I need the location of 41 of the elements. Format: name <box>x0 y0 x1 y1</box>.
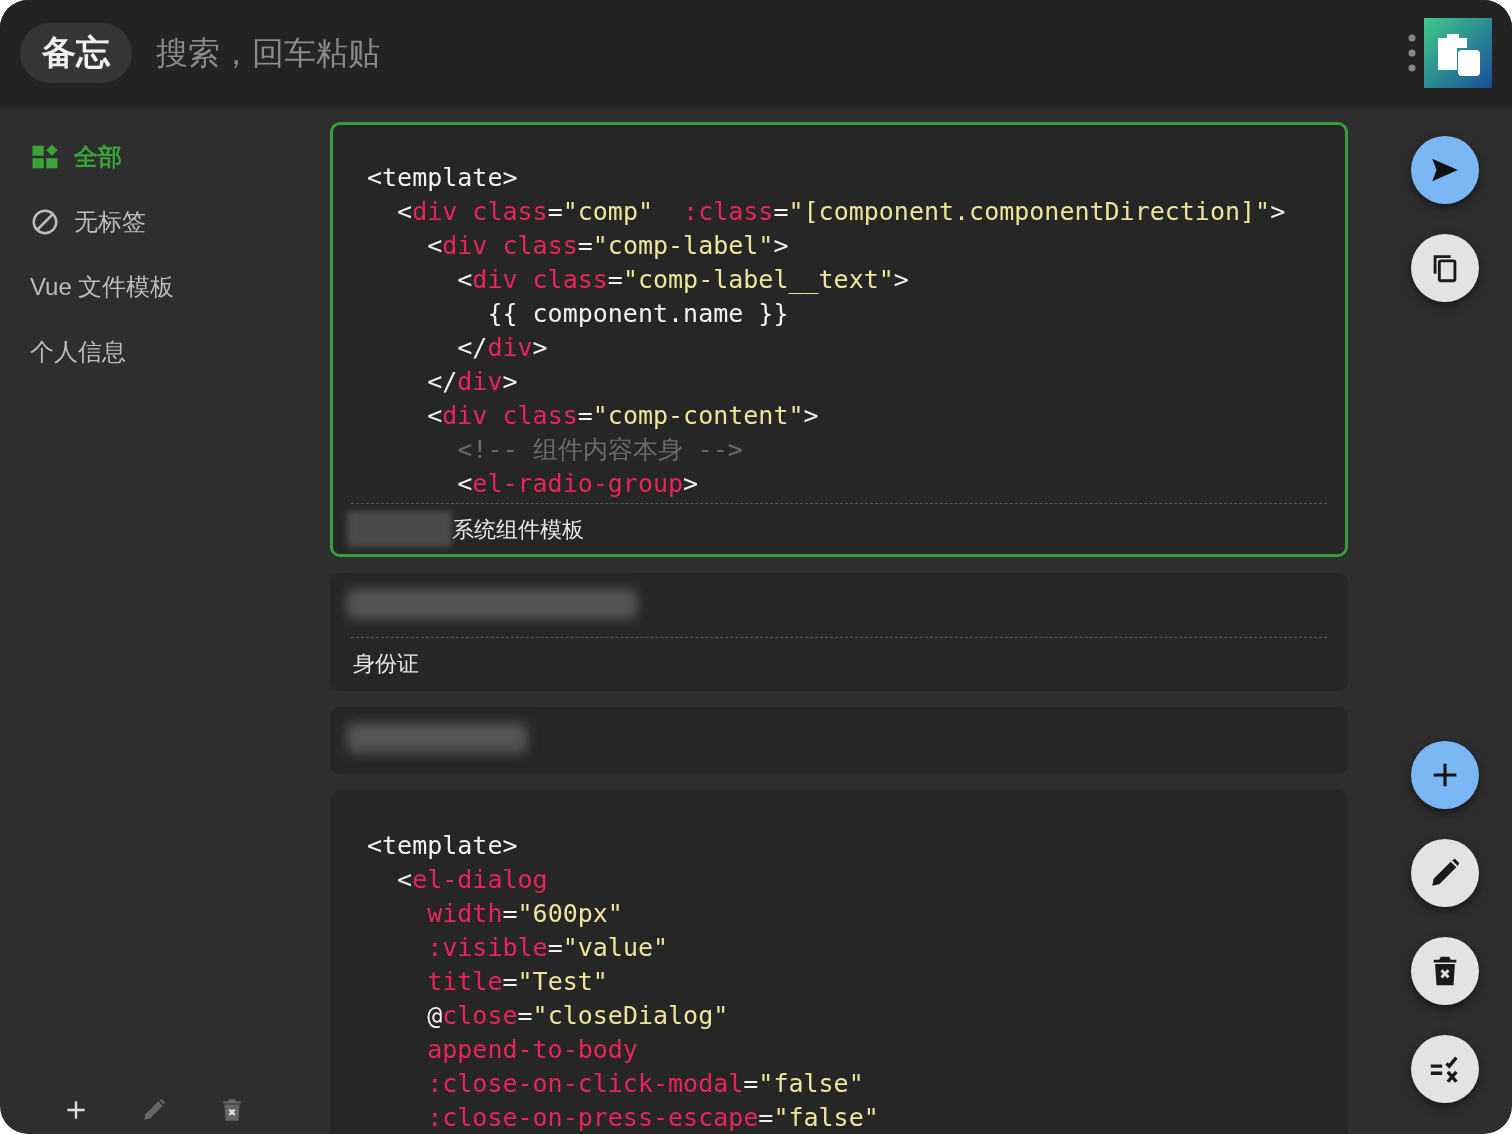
code-line: </div> <box>456 332 548 364</box>
tag-label: 系统组件模板 <box>452 515 584 544</box>
tag-label: 身份证 <box>352 649 419 678</box>
sidebar-item[interactable]: Vue 文件模板 <box>30 269 330 305</box>
ban-icon <box>30 207 60 237</box>
code-line: <el-dialog <box>396 864 548 896</box>
more-icon[interactable] <box>1408 32 1416 73</box>
code-line: <div class="comp-label"> <box>426 230 789 262</box>
code-line: <div class="comp" :class="[component.componentDirection]"> <box>396 196 1286 228</box>
clip-card[interactable] <box>330 122 1348 557</box>
code-line: title="Test" <box>426 966 608 998</box>
clip-card[interactable] <box>330 707 1348 774</box>
clear-button[interactable] <box>1411 1035 1479 1103</box>
app-logo-icon[interactable] <box>1424 17 1492 88</box>
code-line: <div class="comp-content"> <box>426 400 819 432</box>
delete-button[interactable] <box>1411 937 1479 1005</box>
code-line: append-to-body <box>426 1034 638 1066</box>
code-line: :close-on-press-escape="false" <box>426 1102 879 1134</box>
copy-button[interactable] <box>1411 234 1479 302</box>
code-line: </div> <box>426 366 518 398</box>
pencil-icon <box>141 1097 167 1123</box>
sidebar-item[interactable]: 全部 <box>30 139 330 175</box>
app-title: 备忘 <box>20 22 132 83</box>
code-line: <!-- 组件内容本身 --> <box>456 434 743 466</box>
code-line: width="600px" <box>426 898 623 930</box>
search-field[interactable]: 搜索，回车粘贴 <box>156 28 1408 77</box>
add-button[interactable] <box>1411 741 1479 809</box>
sidebar-item[interactable]: 个人信息 <box>30 334 330 370</box>
code-line: :close-on-click-modal="false" <box>426 1068 864 1100</box>
code-line: <el-radio-group> <box>456 468 699 500</box>
clip-card[interactable]: 身份证 <box>330 573 1348 691</box>
code-line: <div class="comp-label__text"> <box>456 264 909 296</box>
edit-button[interactable] <box>1411 839 1479 907</box>
code-line: <template> <box>367 830 518 862</box>
code-line: @close="closeDialog" <box>426 1000 729 1032</box>
code-line: :visible="value" <box>426 932 669 964</box>
code-line: <template> <box>367 162 518 194</box>
clip-card[interactable]: <template> <el-dialog width="600px" :visible="value" title="Test" @close="closeDialog" append-to-body :close-on-click-modal="false" :close-on-press-escape="false" <box>330 790 1348 1134</box>
send-button[interactable] <box>1411 136 1479 204</box>
sidebar-item[interactable]: 无标签 <box>30 204 330 240</box>
code-line: {{ component.name }} <box>486 298 789 330</box>
